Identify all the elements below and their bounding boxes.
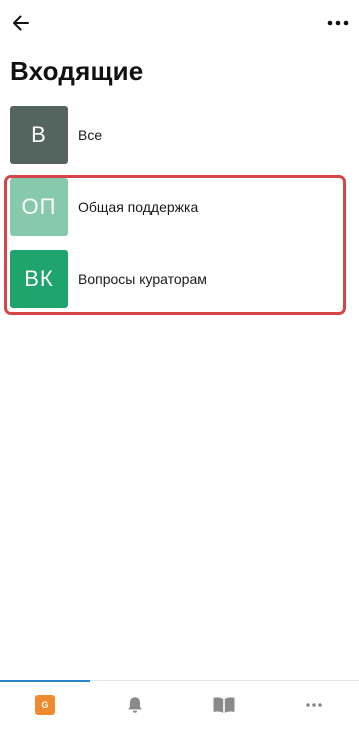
bell-icon xyxy=(127,697,142,713)
inbox-label: Все xyxy=(78,127,103,143)
more-horizontal-icon xyxy=(306,703,322,707)
more-horizontal-icon xyxy=(327,20,349,26)
more-options-button[interactable] xyxy=(323,8,353,38)
page-title: Входящие xyxy=(10,56,144,86)
top-bar xyxy=(0,0,359,48)
app-logo-icon: G xyxy=(34,695,55,715)
inbox-item-general-support[interactable]: ОП Общая поддержка xyxy=(10,178,198,236)
inbox-item-curator-questions[interactable]: ВК Вопросы кураторам xyxy=(10,250,207,308)
nav-tab-knowledge-base[interactable] xyxy=(180,681,270,729)
inbox-label: Вопросы кураторам xyxy=(78,271,207,287)
arrow-left-icon xyxy=(13,15,29,31)
inbox-avatar: ВК xyxy=(10,250,68,308)
active-tab-indicator xyxy=(0,680,90,682)
screen: Входящие В Все ОП Общая поддержка ВК Воп… xyxy=(0,0,359,729)
nav-tab-notifications[interactable] xyxy=(90,681,180,729)
nav-tab-more[interactable] xyxy=(269,681,359,729)
inbox-avatar: В xyxy=(10,106,68,164)
inbox-label: Общая поддержка xyxy=(78,199,199,215)
book-icon xyxy=(213,697,235,713)
inbox-item-all[interactable]: В Все xyxy=(10,106,102,164)
nav-tab-app[interactable]: G xyxy=(0,681,90,729)
bottom-nav: G xyxy=(0,680,359,729)
inbox-avatar: ОП xyxy=(10,178,68,236)
back-button[interactable] xyxy=(6,8,36,38)
